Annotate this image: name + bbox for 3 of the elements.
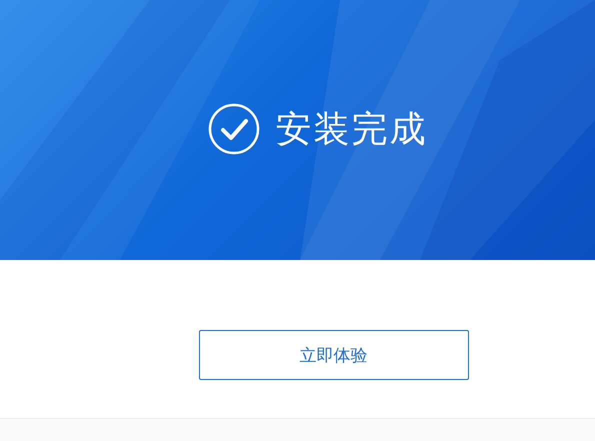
checkmark-icon [208, 103, 260, 155]
start-button[interactable]: 立即体验 [198, 330, 468, 380]
completion-title: 安装完成 [276, 108, 428, 152]
